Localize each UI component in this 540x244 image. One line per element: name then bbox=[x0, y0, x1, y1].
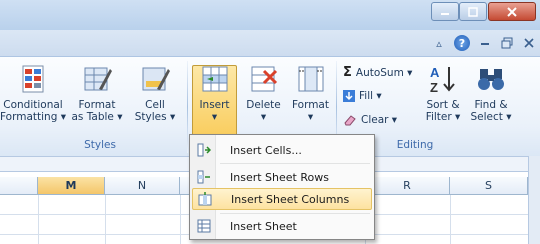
column-header[interactable]: S bbox=[450, 177, 528, 195]
delete-dropdown-arrow: ▾ bbox=[260, 111, 267, 123]
workbook-close-icon[interactable] bbox=[522, 36, 536, 50]
binoculars-icon bbox=[478, 69, 504, 90]
find-select-label-2: Select ▾ bbox=[470, 111, 512, 123]
insert-label: Insert bbox=[199, 99, 230, 111]
grid-line bbox=[38, 195, 39, 244]
fill-button[interactable]: Fill ▾ bbox=[343, 90, 382, 102]
minimize-button[interactable] bbox=[431, 2, 459, 21]
cell-styles-label: Cell bbox=[145, 99, 165, 111]
group-separator bbox=[187, 61, 188, 153]
menu-item-insert-sheet-rows[interactable]: Insert Sheet Rows bbox=[192, 166, 372, 188]
delete-button[interactable]: Delete ▾ bbox=[241, 63, 286, 123]
insert-columns-icon bbox=[198, 192, 212, 206]
restore-icon bbox=[468, 6, 478, 17]
eraser-icon bbox=[344, 115, 356, 126]
format-dropdown-arrow: ▾ bbox=[307, 111, 314, 123]
editing-group-label: Editing bbox=[396, 139, 434, 151]
autosum-icon: Σ bbox=[343, 65, 352, 80]
close-icon bbox=[507, 6, 517, 17]
cell-styles-label-2: Styles ▾ bbox=[134, 111, 176, 123]
restore-button[interactable] bbox=[459, 2, 487, 21]
minimize-icon bbox=[441, 12, 449, 15]
column-header[interactable]: R bbox=[365, 177, 450, 195]
format-as-table-label-2: as Table ▾ bbox=[71, 111, 123, 123]
insert-button[interactable]: Insert ▾ bbox=[192, 63, 237, 123]
insert-sheet-icon bbox=[197, 219, 211, 233]
conditional-formatting-label: Conditional bbox=[3, 99, 63, 111]
conditional-formatting-label-2: Formatting ▾ bbox=[0, 111, 66, 123]
menu-separator bbox=[220, 213, 370, 214]
sort-filter-label: Sort & bbox=[426, 99, 460, 111]
clear-label: Clear ▾ bbox=[361, 114, 398, 126]
grid-line bbox=[105, 195, 106, 244]
styles-group-label: Styles bbox=[84, 139, 116, 151]
menu-item-label: Insert Sheet Rows bbox=[230, 170, 329, 184]
insert-dropdown-arrow: ▾ bbox=[211, 111, 218, 123]
cell-styles-button[interactable]: Cell Styles ▾ bbox=[130, 63, 180, 123]
format-as-table-label: Format bbox=[78, 99, 116, 111]
help-icon[interactable]: ? bbox=[454, 35, 470, 51]
insert-rows-icon bbox=[197, 170, 210, 184]
sort-filter-icon: A Z bbox=[430, 65, 455, 95]
find-select-button[interactable]: Find & Select ▾ bbox=[468, 63, 514, 123]
svg-text:Z: Z bbox=[430, 80, 438, 95]
conditional-formatting-button[interactable]: Conditional Formatting ▾ bbox=[0, 63, 66, 123]
grid-line bbox=[180, 195, 181, 244]
grid-line bbox=[450, 195, 451, 244]
format-button[interactable]: Format ▾ bbox=[288, 63, 333, 123]
fill-icon bbox=[343, 90, 355, 102]
insert-cells-icon bbox=[197, 143, 211, 157]
minimize-ribbon-icon[interactable]: ▵ bbox=[432, 36, 446, 50]
svg-text:A: A bbox=[430, 65, 440, 80]
conditional-formatting-icon bbox=[22, 65, 44, 93]
menu-item-label: Insert Sheet bbox=[230, 219, 297, 233]
sort-filter-button[interactable]: A Z Sort & Filter ▾ bbox=[420, 63, 466, 123]
format-label: Format bbox=[291, 99, 329, 111]
title-bar bbox=[0, 0, 540, 30]
column-header[interactable]: N bbox=[105, 177, 180, 195]
sort-filter-label-2: Filter ▾ bbox=[425, 111, 461, 123]
vertical-scrollbar[interactable] bbox=[528, 156, 540, 244]
workbook-minimize-icon[interactable] bbox=[478, 36, 492, 50]
close-button[interactable] bbox=[488, 2, 536, 21]
menu-item-insert-sheet-columns[interactable]: Insert Sheet Columns bbox=[192, 188, 372, 210]
fill-label: Fill ▾ bbox=[359, 90, 382, 102]
menu-item-insert-sheet[interactable]: Insert Sheet bbox=[192, 215, 372, 237]
find-select-label: Find & bbox=[474, 99, 508, 111]
insert-dropdown-menu: Insert Cells... Insert Sheet Rows Insert… bbox=[189, 134, 375, 240]
format-as-table-icon bbox=[84, 67, 112, 91]
ribbon-tab-row: ▵ ? bbox=[0, 30, 540, 56]
menu-item-label: Insert Sheet Columns bbox=[231, 192, 350, 206]
insert-icon bbox=[202, 66, 227, 92]
delete-icon bbox=[251, 66, 277, 92]
delete-label: Delete bbox=[246, 99, 281, 111]
autosum-button[interactable]: Σ AutoSum ▾ bbox=[343, 65, 412, 80]
column-header[interactable]: M bbox=[38, 177, 105, 195]
menu-item-label: Insert Cells... bbox=[230, 143, 302, 157]
cell-styles-icon bbox=[142, 67, 170, 91]
autosum-label: AutoSum ▾ bbox=[355, 66, 413, 79]
format-as-table-button[interactable]: Format as Table ▾ bbox=[68, 63, 126, 123]
format-cells-icon bbox=[298, 66, 323, 92]
select-all-corner[interactable] bbox=[0, 177, 38, 195]
workbook-restore-icon[interactable] bbox=[500, 36, 514, 50]
menu-separator bbox=[220, 163, 370, 164]
clear-button[interactable]: Clear ▾ bbox=[343, 114, 397, 126]
menu-item-insert-cells[interactable]: Insert Cells... bbox=[192, 139, 372, 161]
